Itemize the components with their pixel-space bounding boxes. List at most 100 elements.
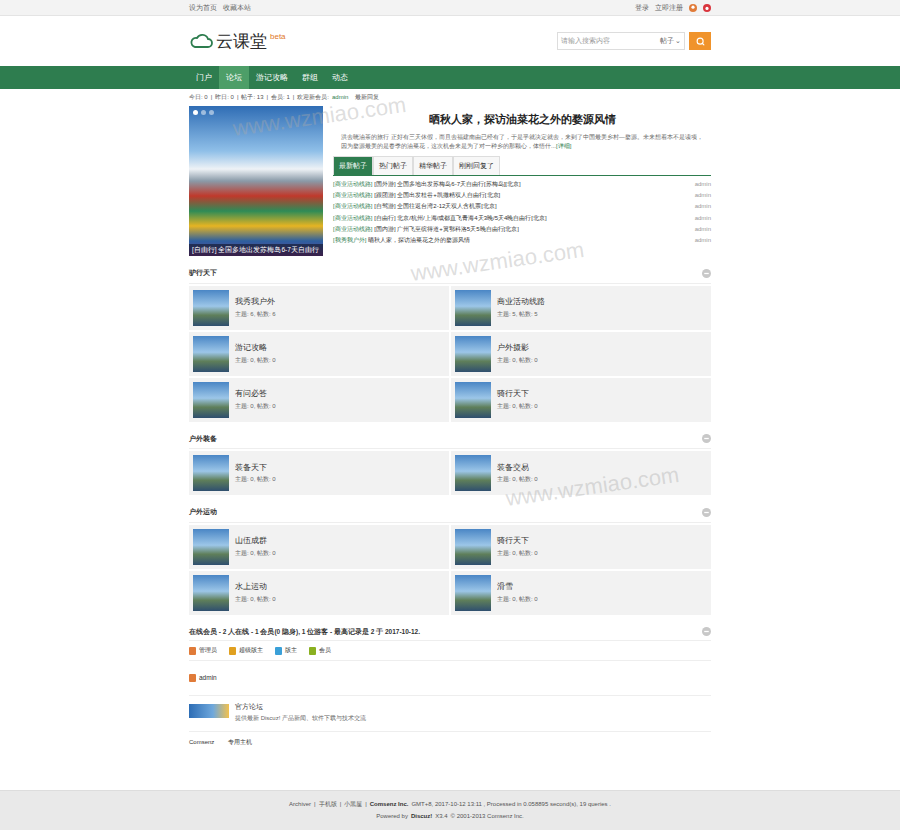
thread-author[interactable]: admin — [695, 201, 711, 212]
thread-row[interactable]: [商业活动线路][国内游] 广州飞至缤得道+翼鄂科洛5天5晚自由行[北京] adm… — [333, 224, 711, 235]
top-link[interactable]: 登录 — [635, 3, 649, 13]
thread-category[interactable]: [商业活动线路] — [333, 226, 372, 232]
online-title[interactable]: 在线会员 - 2 人在线 - 1 会员(0 隐身), 1 位游客 - 最高记录是… — [189, 627, 420, 637]
slide-dot[interactable] — [193, 110, 198, 115]
headline-title[interactable]: 晒秋人家，探访油菜花之外的婺源风情 — [333, 112, 711, 128]
forum-thumbnail[interactable] — [455, 382, 491, 418]
section-title[interactable]: 户外运动 — [189, 507, 217, 518]
forum-card[interactable]: 水上运动主题: 0, 帖数: 0 — [189, 571, 449, 615]
section-title[interactable]: 户外装备 — [189, 434, 217, 445]
nav-item[interactable]: 群组 — [295, 66, 325, 89]
user-icon[interactable] — [689, 4, 697, 12]
forum-card[interactable]: 户外摄影主题: 0, 帖数: 0 — [451, 332, 711, 376]
nav-item[interactable]: 游记攻略 — [249, 66, 295, 89]
footer-link[interactable]: Archiver — [289, 800, 311, 809]
top-link[interactable]: 立即注册 — [655, 3, 683, 13]
thread-row[interactable]: [商业活动线路][自由行] 北京/杭州/上海/成都直飞青海4天3晚/5天4晚自由… — [333, 213, 711, 224]
forum-card[interactable]: 商业活动线路主题: 5, 帖数: 5 — [451, 286, 711, 330]
forum-name[interactable]: 骑行天下 — [497, 535, 538, 546]
forum-card[interactable]: 装备交易主题: 0, 帖数: 0 — [451, 451, 711, 495]
forum-card[interactable]: 装备天下主题: 0, 帖数: 0 — [189, 451, 449, 495]
forum-thumbnail[interactable] — [455, 529, 491, 565]
footer-company[interactable]: Comsenz Inc. — [370, 800, 409, 809]
nav-item[interactable]: 动态 — [325, 66, 355, 89]
thread-tab[interactable]: 刚刚回复了 — [453, 156, 500, 175]
forum-thumbnail[interactable] — [193, 290, 229, 326]
thread-title[interactable]: [国外游] 全国多地出发苏梅岛6-7天自由行[苏梅岛][北京] — [374, 181, 520, 187]
footer-link[interactable]: 小黑屋 — [344, 800, 362, 809]
thread-tab[interactable]: 精华帖子 — [413, 156, 453, 175]
forum-name[interactable]: 装备天下 — [235, 462, 276, 473]
forum-name[interactable]: 有问必答 — [235, 388, 276, 399]
forum-thumbnail[interactable] — [193, 455, 229, 491]
slideshow[interactable]: [自由行] 全国多地出发苏梅岛6-7天自由行 — [189, 106, 323, 256]
nav-item[interactable]: 门户 — [189, 66, 219, 89]
link-title[interactable]: 官方论坛 — [235, 702, 366, 712]
thread-category[interactable]: [商业活动线路] — [333, 181, 372, 187]
forum-thumbnail[interactable] — [193, 529, 229, 565]
nav-item[interactable]: 论坛 — [219, 66, 249, 89]
footer-link[interactable]: 手机版 — [319, 800, 337, 809]
text-link[interactable]: Comsenz — [189, 738, 214, 747]
section-title[interactable]: 驴行天下 — [189, 268, 217, 279]
forum-thumbnail[interactable] — [455, 575, 491, 611]
latest-reply-link[interactable]: 最新回复 — [355, 93, 379, 102]
forum-name[interactable]: 装备交易 — [497, 462, 538, 473]
search-button[interactable] — [689, 32, 711, 50]
forum-thumbnail[interactable] — [455, 290, 491, 326]
forum-card[interactable]: 骑行天下主题: 0, 帖数: 0 — [451, 525, 711, 569]
collapse-icon[interactable] — [702, 627, 711, 636]
search-input[interactable]: 请输入搜索内容帖子⌄ — [557, 32, 685, 50]
thread-title[interactable]: [国内游] 广州飞至缤得道+翼鄂科洛5天5晚自由行[北京] — [374, 226, 519, 232]
thread-author[interactable]: admin — [695, 213, 711, 224]
forum-card[interactable]: 游记攻略主题: 0, 帖数: 0 — [189, 332, 449, 376]
thread-category[interactable]: [商业活动线路] — [333, 203, 372, 209]
slide-dot[interactable] — [209, 110, 214, 115]
forum-thumbnail[interactable] — [193, 575, 229, 611]
slide-caption[interactable]: [自由行] 全国多地出发苏梅岛6-7天自由行 — [189, 244, 323, 256]
thread-row[interactable]: [我秀我户外]晒秋人家，探访油菜花之外的婺源风情 admin — [333, 235, 711, 246]
forum-name[interactable]: 滑雪 — [497, 581, 538, 592]
forum-card[interactable]: 骑行天下主题: 0, 帖数: 0 — [451, 378, 711, 422]
thread-category[interactable]: [商业活动线路] — [333, 215, 372, 221]
slide-dot[interactable] — [201, 110, 206, 115]
thread-tab[interactable]: 热门帖子 — [373, 156, 413, 175]
forum-thumbnail[interactable] — [193, 382, 229, 418]
forum-thumbnail[interactable] — [455, 336, 491, 372]
collapse-icon[interactable] — [702, 508, 711, 517]
more-link[interactable]: [详细] — [556, 143, 571, 149]
forum-name[interactable]: 户外摄影 — [497, 342, 538, 353]
logo[interactable]: 云课堂beta — [189, 33, 286, 50]
thread-author[interactable]: admin — [695, 235, 711, 246]
forum-name[interactable]: 游记攻略 — [235, 342, 276, 353]
weibo-icon[interactable] — [703, 4, 711, 12]
text-link[interactable]: 专用主机 — [228, 738, 252, 747]
new-member-link[interactable]: admin — [332, 93, 348, 102]
forum-name[interactable]: 骑行天下 — [497, 388, 538, 399]
forum-thumbnail[interactable] — [455, 455, 491, 491]
forum-card[interactable]: 有问必答主题: 0, 帖数: 0 — [189, 378, 449, 422]
thread-category[interactable]: [我秀我户外] — [333, 237, 366, 243]
featured-link[interactable]: 官方论坛提供最新 Discuz! 产品新闻、软件下载与技术交流 — [189, 702, 711, 723]
forum-card[interactable]: 我秀我户外主题: 6, 帖数: 6 — [189, 286, 449, 330]
forum-name[interactable]: 我秀我户外 — [235, 296, 276, 307]
thread-author[interactable]: admin — [695, 190, 711, 201]
thread-title[interactable]: [跟团游] 全国出发桂谷+凯撒精双人自由行[北京] — [374, 192, 500, 198]
forum-name[interactable]: 山伍成群 — [235, 535, 276, 546]
thread-row[interactable]: [商业活动线路][国外游] 全国多地出发苏梅岛6-7天自由行[苏梅岛][北京] a… — [333, 179, 711, 190]
link-banner[interactable] — [189, 704, 229, 718]
footer-brand[interactable]: Discuz! — [411, 812, 432, 821]
forum-name[interactable]: 水上运动 — [235, 581, 276, 592]
thread-title[interactable]: [自由行] 北京/杭州/上海/成都直飞青海4天3晚/5天4晚自由行[北京] — [374, 215, 546, 221]
collapse-icon[interactable] — [702, 434, 711, 443]
thread-title[interactable]: 晒秋人家，探访油菜花之外的婺源风情 — [368, 237, 470, 243]
search-scope[interactable]: 帖子⌄ — [660, 36, 681, 46]
thread-title[interactable]: [自驾游] 全国往返台湾2-12天双人含机票[北京] — [374, 203, 496, 209]
thread-row[interactable]: [商业活动线路][自驾游] 全国往返台湾2-12天双人含机票[北京] admin — [333, 201, 711, 212]
thread-tab[interactable]: 最新帖子 — [333, 156, 373, 175]
top-link[interactable]: 收藏本站 — [223, 3, 251, 13]
forum-card[interactable]: 山伍成群主题: 0, 帖数: 0 — [189, 525, 449, 569]
forum-name[interactable]: 商业活动线路 — [497, 296, 545, 307]
thread-author[interactable]: admin — [695, 179, 711, 190]
thread-author[interactable]: admin — [695, 224, 711, 235]
